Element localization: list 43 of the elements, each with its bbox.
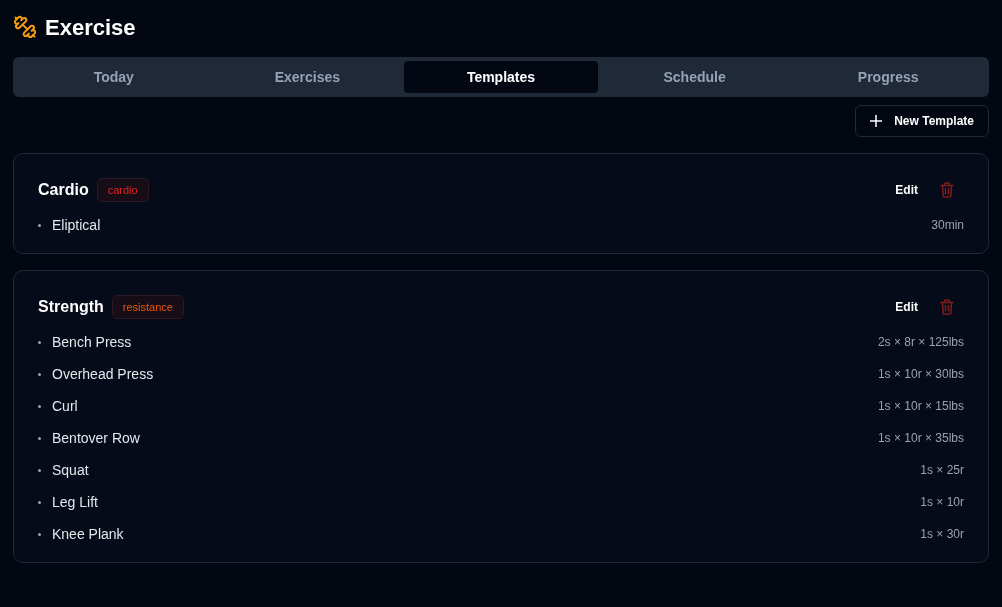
tab[interactable]: Today [17,61,211,93]
tag: resistance [111,294,184,320]
exercise-name: Curl [52,396,78,416]
bullet-icon [38,468,41,472]
tab[interactable]: Templates [404,61,598,93]
template-name: Strength [38,297,104,317]
exercise-detail: 1s × 25r [920,462,964,479]
bullet-icon [38,436,41,440]
plus-icon [870,115,883,127]
bullet-icon [38,500,41,504]
exercise-detail: 30min [931,217,964,234]
exercise-name: Knee Plank [52,524,124,544]
bullet-icon [38,340,41,344]
exercise-name: Bentover Row [52,428,140,448]
exercise-detail: 1s × 10r × 30lbs [877,366,964,383]
edit-button[interactable]: Edit [889,296,924,318]
exercise-detail: 1s × 10r × 35lbs [877,430,964,447]
bullet-icon [38,404,41,408]
new-template-button[interactable]: New Template [855,105,989,137]
delete-button[interactable] [938,297,956,317]
tab[interactable]: Progress [791,61,985,93]
exercise-name: Overhead Press [52,364,154,384]
dumbbell-icon [13,15,37,39]
exercise-name: Eliptical [52,215,101,235]
exercise-detail: 1s × 10r × 15lbs [877,398,964,415]
exercise-name: Squat [52,460,89,480]
exercise-name: Bench Press [52,332,132,352]
exercise-detail: 2s × 8r × 125lbs [877,334,964,351]
bullet-icon [38,532,41,536]
exercise-detail: 1s × 10r [920,494,964,511]
trash-icon [940,299,954,315]
bullet-icon [38,223,41,227]
exercise-name: Leg Lift [52,492,98,512]
delete-button[interactable] [938,180,956,200]
trash-icon [940,182,954,198]
tab[interactable]: Exercises [210,61,405,93]
template-name: Cardio [38,180,89,200]
bullet-icon [38,372,41,376]
page-title: Exercise [45,13,136,42]
tag: cardio [96,177,149,203]
exercise-detail: 1s × 30r [920,526,964,543]
tab[interactable]: Schedule [597,61,792,93]
edit-button[interactable]: Edit [889,179,924,201]
